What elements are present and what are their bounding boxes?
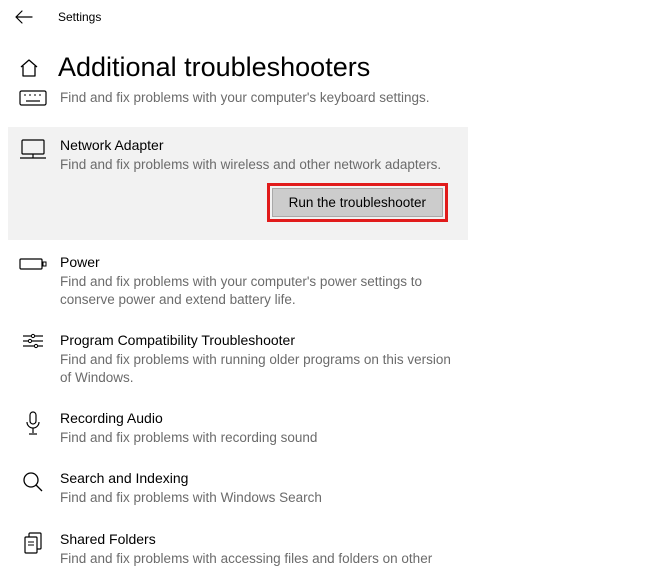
troubleshooter-item-search-indexing[interactable]: Search and Indexing Find and fix problem…	[8, 460, 468, 516]
program-compatibility-icon	[18, 332, 48, 356]
run-troubleshooter-button[interactable]: Run the troubleshooter	[272, 188, 443, 217]
home-icon[interactable]	[18, 57, 40, 79]
item-title: Program Compatibility Troubleshooter	[60, 332, 458, 349]
microphone-icon	[18, 410, 48, 434]
troubleshooter-item-power[interactable]: Power Find and fix problems with your co…	[8, 244, 468, 318]
search-icon	[18, 470, 48, 494]
keyboard-icon	[18, 89, 48, 113]
item-desc: Find and fix problems with accessing fil…	[60, 550, 458, 570]
troubleshooter-list: Find and fix problems with your computer…	[0, 89, 654, 570]
power-icon	[18, 254, 48, 278]
item-desc: Find and fix problems with your computer…	[60, 89, 458, 107]
network-adapter-icon	[18, 137, 48, 161]
item-title: Network Adapter	[60, 137, 458, 154]
troubleshooter-item-program-compatibility[interactable]: Program Compatibility Troubleshooter Fin…	[8, 322, 468, 396]
troubleshooter-item-recording-audio[interactable]: Recording Audio Find and fix problems wi…	[8, 400, 468, 456]
item-title: Recording Audio	[60, 410, 458, 427]
troubleshooter-item-network-adapter[interactable]: Network Adapter Find and fix problems wi…	[8, 127, 468, 240]
app-title: Settings	[58, 10, 101, 24]
item-desc: Find and fix problems with running older…	[60, 351, 458, 386]
page-title: Additional troubleshooters	[58, 52, 370, 83]
item-desc: Find and fix problems with wireless and …	[60, 156, 458, 174]
highlight-box: Run the troubleshooter	[267, 183, 448, 222]
item-title: Shared Folders	[60, 531, 458, 548]
shared-folders-icon	[18, 531, 48, 555]
item-desc: Find and fix problems with your computer…	[60, 273, 458, 308]
item-desc: Find and fix problems with Windows Searc…	[60, 489, 458, 507]
item-title: Power	[60, 254, 458, 271]
arrow-left-icon	[15, 10, 33, 24]
back-button[interactable]	[14, 7, 34, 27]
troubleshooter-item-shared-folders[interactable]: Shared Folders Find and fix problems wit…	[8, 521, 468, 570]
troubleshooter-item-keyboard[interactable]: Find and fix problems with your computer…	[8, 89, 468, 123]
item-title: Search and Indexing	[60, 470, 458, 487]
item-desc: Find and fix problems with recording sou…	[60, 429, 458, 447]
